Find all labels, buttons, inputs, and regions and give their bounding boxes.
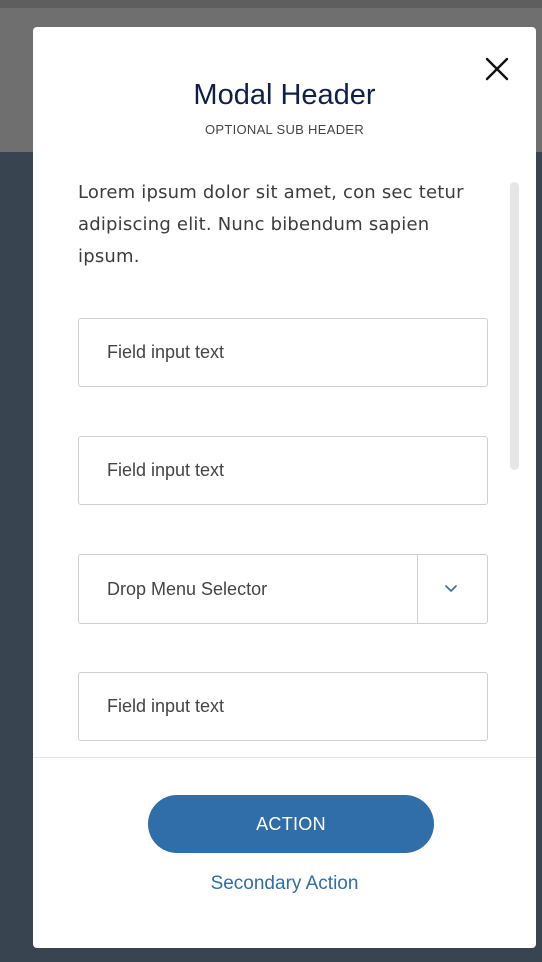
- action-button[interactable]: ACTION: [148, 795, 434, 853]
- text-input-1[interactable]: [79, 319, 487, 386]
- secondary-action-link[interactable]: Secondary Action: [33, 873, 536, 895]
- scrollbar[interactable]: [510, 182, 519, 470]
- modal: Modal Header OPTIONAL SUB HEADER Lorem i…: [33, 27, 536, 948]
- text-field-2[interactable]: [78, 436, 488, 505]
- footer-divider: [33, 757, 536, 758]
- text-input-3[interactable]: [79, 673, 487, 740]
- modal-body-text: Lorem ipsum dolor sit amet, con sec tetu…: [78, 182, 464, 267]
- status-bar: [0, 0, 542, 8]
- dropdown-selector[interactable]: Drop Menu Selector: [78, 554, 488, 624]
- dropdown-value: Drop Menu Selector: [107, 579, 268, 599]
- text-input-2[interactable]: [79, 437, 487, 504]
- chevron-down-icon[interactable]: [444, 583, 458, 593]
- dropdown-divider: [417, 555, 418, 623]
- modal-title: Modal Header: [193, 79, 376, 111]
- modal-subtitle: OPTIONAL SUB HEADER: [204, 122, 365, 137]
- text-field-3[interactable]: [78, 672, 488, 741]
- text-field-1[interactable]: [78, 318, 488, 387]
